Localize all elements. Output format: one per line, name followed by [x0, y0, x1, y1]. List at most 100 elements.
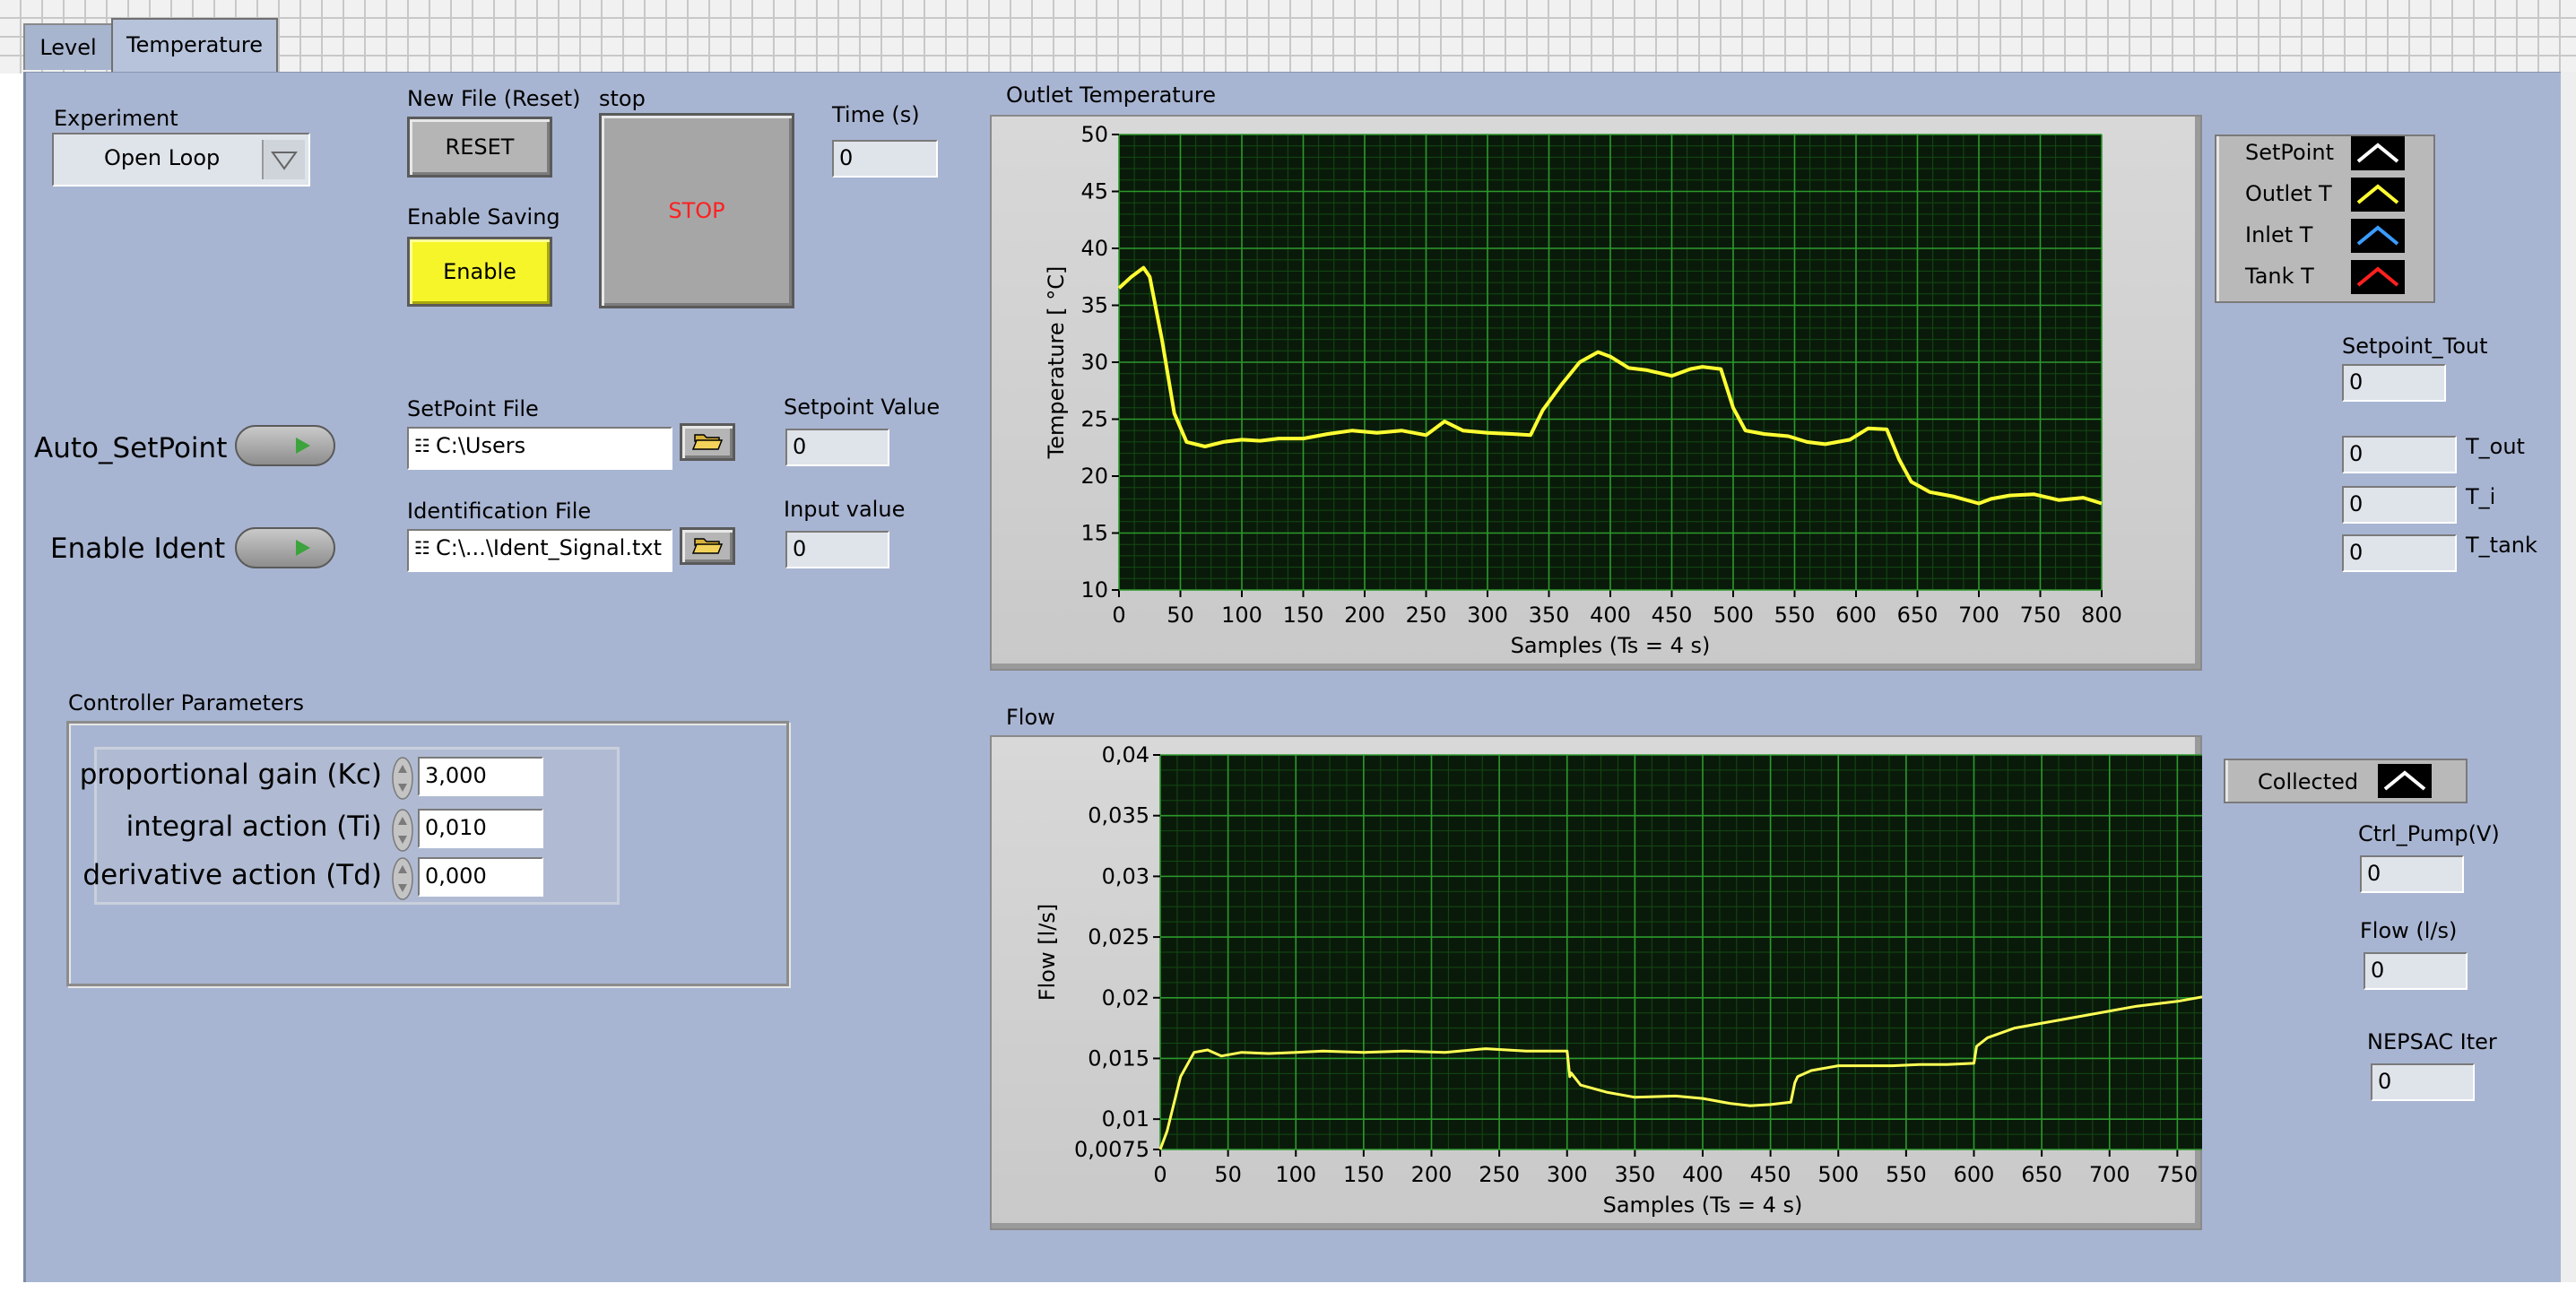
x-tick-label: 400 — [1682, 1162, 1723, 1187]
x-tick-label: 700 — [1958, 603, 1999, 628]
experiment-select[interactable]: Open Loop — [52, 133, 310, 186]
x-tick-label: 250 — [1406, 603, 1447, 628]
y-tick-label: 25 — [1080, 407, 1108, 432]
setpoint-tout-readout: 0 — [2342, 364, 2446, 402]
setpoint-value-label: Setpoint Value — [784, 395, 941, 420]
x-axis-label: Samples (Ts = 4 s) — [1511, 633, 1711, 658]
nepsac-iter-label: NEPSAC Iter — [2367, 1029, 2497, 1054]
y-tick-label: 50 — [1080, 122, 1108, 147]
legend-swatch-setpoint — [2351, 136, 2405, 170]
stop-button[interactable]: STOP — [599, 113, 794, 308]
setpoint-file-path[interactable]: ☷ C:\Users — [407, 427, 672, 470]
param-value-input[interactable]: 0,010 — [418, 809, 543, 848]
auto-setpoint-toggle[interactable] — [235, 425, 335, 466]
time-readout: 0 — [832, 140, 938, 178]
t-out-readout: 0 — [2342, 436, 2457, 473]
x-tick-label: 0 — [1112, 603, 1125, 628]
legend-label-inlet-t: Inlet T — [2245, 222, 2313, 247]
setpoint-tout-label: Setpoint_Tout — [2342, 334, 2488, 359]
labview-window: Level Temperature Experiment Open Loop N… — [0, 0, 2576, 1301]
controller-parameters-title: Controller Parameters — [68, 690, 305, 716]
y-tick-label: 0,015 — [1088, 1045, 1149, 1071]
spinner-arrows-icon[interactable] — [391, 757, 414, 800]
t-out-label: T_out — [2466, 434, 2525, 459]
time-label: Time (s) — [832, 102, 920, 127]
x-tick-label: 300 — [1547, 1162, 1588, 1187]
x-tick-label: 650 — [2021, 1162, 2062, 1187]
folder-open-icon — [691, 434, 724, 450]
input-value-readout: 0 — [785, 531, 889, 568]
y-tick-label: 40 — [1080, 236, 1108, 261]
experiment-select-value: Open Loop — [104, 145, 221, 170]
x-tick-label: 150 — [1343, 1162, 1384, 1187]
legend-label-outlet-t: Outlet T — [2245, 181, 2332, 206]
legend-label-tank-t: Tank T — [2245, 264, 2314, 289]
spinner-arrows-icon[interactable] — [391, 857, 414, 900]
legend-swatch-tank-t — [2351, 260, 2405, 294]
t-i-readout: 0 — [2342, 486, 2457, 524]
tab-level[interactable]: Level — [23, 23, 113, 70]
y-tick-label: 0,035 — [1088, 803, 1149, 828]
setpoint-value-readout: 0 — [785, 429, 889, 466]
led-indicator-icon — [296, 438, 310, 454]
flow-legend[interactable]: Collected — [2224, 759, 2468, 803]
param-label: derivative action (Td) — [82, 859, 382, 891]
x-tick-label: 150 — [1283, 603, 1324, 628]
x-tick-label: 350 — [1614, 1162, 1655, 1187]
x-tick-label: 100 — [1275, 1162, 1316, 1187]
ctrl-pump-readout: 0 — [2360, 855, 2464, 893]
x-tick-label: 100 — [1221, 603, 1262, 628]
right-edge — [2561, 72, 2576, 1282]
ident-file-value: C:\...\Ident_Signal.txt — [436, 535, 662, 560]
tab-strip — [0, 0, 2576, 74]
y-tick-label: 0,0075 — [1074, 1137, 1149, 1162]
t-tank-label: T_tank — [2466, 533, 2537, 558]
x-tick-label: 300 — [1467, 603, 1508, 628]
chevron-down-icon[interactable] — [262, 140, 305, 179]
path-icon: ☷ — [414, 537, 430, 559]
outlet-temperature-chart[interactable]: 0 50 100 150 200 250 300 350 400 450 500 550 600 650 7… — [990, 115, 2202, 671]
browse-ident-button[interactable] — [680, 527, 735, 565]
flow-readout-label: Flow (l/s) — [2360, 918, 2458, 943]
experiment-label: Experiment — [54, 106, 178, 131]
tab-temperature[interactable]: Temperature — [111, 18, 278, 74]
x-tick-label: 50 — [1214, 1162, 1242, 1187]
param-value-input[interactable]: 0,000 — [418, 857, 543, 897]
setpoint-file-label: SetPoint File — [407, 396, 539, 421]
new-file-label: New File (Reset) — [407, 86, 581, 111]
y-tick-label: 0,02 — [1102, 985, 1149, 1010]
flow-title: Flow — [1006, 705, 1055, 730]
x-tick-label: 700 — [2089, 1162, 2130, 1187]
ident-file-path[interactable]: ☷ C:\...\Ident_Signal.txt — [407, 529, 672, 572]
x-tick-label: 800 — [2081, 603, 2122, 628]
legend-label-setpoint: SetPoint — [2245, 140, 2334, 165]
legend-swatch-collected — [2378, 764, 2432, 798]
x-tick-label: 200 — [1411, 1162, 1453, 1187]
reset-button[interactable]: RESET — [407, 117, 552, 178]
ident-file-label: Identification File — [407, 499, 592, 524]
enable-ident-label: Enable Ident — [50, 533, 226, 565]
enable-saving-label: Enable Saving — [407, 204, 560, 230]
y-tick-label: 35 — [1080, 293, 1108, 318]
y-tick-label: 30 — [1080, 350, 1108, 375]
flow-chart[interactable]: 0 50 100 150 200 250 300 350 400 450 500 550 600 650 7… — [990, 735, 2202, 1230]
browse-setpoint-button[interactable] — [680, 423, 735, 461]
x-tick-label: 650 — [1897, 603, 1939, 628]
flow-readout: 0 — [2364, 952, 2468, 990]
ctrl-pump-label: Ctrl_Pump(V) — [2358, 821, 2500, 846]
folder-open-icon — [691, 538, 724, 554]
auto-setpoint-label: Auto_SetPoint — [34, 432, 228, 464]
x-tick-label: 200 — [1344, 603, 1385, 628]
x-tick-label: 250 — [1479, 1162, 1520, 1187]
spinner-arrows-icon[interactable] — [391, 809, 414, 852]
legend-swatch-outlet-t — [2351, 178, 2405, 212]
enable-ident-toggle[interactable] — [235, 527, 335, 568]
param-value-input[interactable]: 3,000 — [418, 757, 543, 796]
enable-saving-button[interactable]: Enable — [407, 237, 552, 307]
x-tick-label: 0 — [1153, 1162, 1167, 1187]
input-value-label: Input value — [784, 497, 906, 522]
x-tick-label: 550 — [1774, 603, 1816, 628]
legend-label-collected: Collected — [2258, 769, 2359, 794]
y-tick-label: 0,025 — [1088, 924, 1149, 950]
setpoint-file-value: C:\Users — [436, 433, 526, 458]
